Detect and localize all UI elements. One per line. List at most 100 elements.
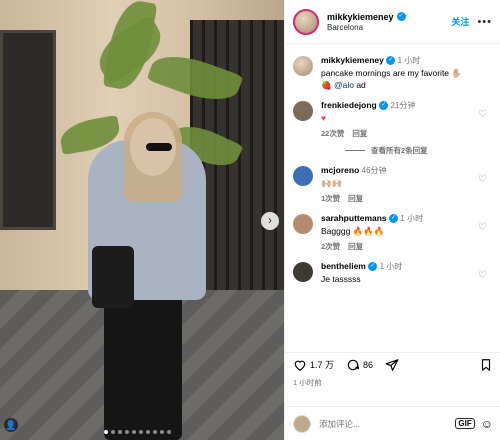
comment-likes[interactable]: 22次赞 bbox=[321, 128, 344, 139]
comment-text: Bagggg 🔥🔥🔥 bbox=[321, 226, 385, 236]
comment-time: 21分钟 bbox=[390, 101, 416, 110]
building-window bbox=[0, 30, 56, 230]
caption: mikkykiemeney ✓ 1 小时 pancake mornings ar… bbox=[285, 50, 500, 95]
caption-body: mikkykiemeney ✓ 1 小时 pancake mornings ar… bbox=[321, 54, 493, 91]
follow-button[interactable]: 关注 bbox=[451, 15, 469, 28]
like-comment-heart-icon[interactable]: ♡ bbox=[478, 174, 487, 185]
comment-item: sarahputtemans ✓ 1 小时 Bagggg 🔥🔥🔥 2次赞 回复 … bbox=[285, 208, 500, 256]
posted-time: 1 小时前 bbox=[293, 378, 322, 387]
verified-badge-icon: ✓ bbox=[386, 56, 396, 66]
post-actions-bar: 1.7 万 86 bbox=[285, 352, 500, 376]
comment-likes[interactable]: 1次赞 bbox=[321, 193, 340, 204]
carousel-dot bbox=[167, 430, 171, 434]
comment-likes[interactable]: 2次赞 bbox=[321, 241, 340, 252]
add-comment-bar: GIF ☺ bbox=[285, 406, 500, 440]
carousel-dot bbox=[139, 430, 143, 434]
sunglasses bbox=[146, 143, 172, 151]
comment-body: bentheliem ✓ 1 小时 Je tasssss bbox=[321, 260, 493, 285]
likes-count[interactable]: 1.7 万 bbox=[310, 358, 334, 371]
author-username[interactable]: mikkykiemeney bbox=[327, 12, 394, 22]
reply-button[interactable]: 回复 bbox=[348, 193, 363, 204]
more-options-icon[interactable]: ••• bbox=[477, 16, 492, 28]
divider-line bbox=[345, 150, 365, 151]
comment-body: sarahputtemans ✓ 1 小时 Bagggg 🔥🔥🔥 2次赞 回复 bbox=[321, 212, 493, 252]
carousel-dot bbox=[111, 430, 115, 434]
verified-badge-icon: ✓ bbox=[379, 101, 389, 111]
comment-text: ♥ bbox=[321, 113, 327, 123]
view-replies-button[interactable]: 查看所有2条回复 bbox=[345, 145, 500, 156]
gif-button[interactable]: GIF bbox=[455, 418, 475, 429]
heart-icon[interactable] bbox=[293, 358, 307, 372]
post-photo[interactable]: › 👤 bbox=[0, 0, 284, 440]
caption-text-line2: 🍓 @alo ad bbox=[321, 79, 479, 91]
comment-bubble-icon[interactable] bbox=[346, 358, 360, 372]
post-detail-panel: mikkykiemeney ✓ Barcelona 关注 ••• mikkyki… bbox=[284, 0, 500, 440]
emoji-icon[interactable]: ☺ bbox=[481, 417, 493, 431]
comments-list[interactable]: mikkykiemeney ✓ 1 小时 pancake mornings ar… bbox=[285, 50, 500, 340]
like-action[interactable]: 1.7 万 bbox=[293, 358, 334, 372]
comment-time: 46分钟 bbox=[361, 166, 387, 175]
current-user-avatar bbox=[293, 414, 311, 433]
comment-time: 1 小时 bbox=[400, 214, 424, 223]
comment-username[interactable]: sarahputtemans bbox=[321, 213, 387, 223]
comment-text: Je tasssss bbox=[321, 274, 361, 284]
comment-username[interactable]: frenkiedejong bbox=[321, 100, 377, 110]
person-trousers bbox=[104, 296, 182, 440]
carousel-dots bbox=[104, 430, 171, 434]
carousel-dot bbox=[118, 430, 122, 434]
author-info: mikkykiemeney ✓ Barcelona bbox=[327, 12, 451, 32]
comment-body: frenkiedejong ✓ 21分钟 ♥ 22次赞 回复 bbox=[321, 99, 493, 139]
caption-mention-link[interactable]: @alo bbox=[334, 80, 354, 90]
add-comment-input[interactable] bbox=[319, 418, 456, 429]
commenter-avatar[interactable] bbox=[293, 166, 313, 186]
comment-item: mcjoreno 46分钟 🙌🏼🙌🏼 1次赞 回复 ♡ bbox=[285, 160, 500, 208]
bookmark-icon[interactable] bbox=[479, 358, 493, 372]
comment-meta: 22次赞 回复 bbox=[321, 128, 479, 139]
share-action[interactable] bbox=[385, 358, 399, 372]
like-comment-heart-icon[interactable]: ♡ bbox=[478, 270, 487, 281]
caption-username[interactable]: mikkykiemeney bbox=[321, 55, 384, 65]
post-header: mikkykiemeney ✓ Barcelona 关注 ••• bbox=[285, 0, 500, 44]
next-photo-button[interactable]: › bbox=[261, 212, 279, 230]
reply-button[interactable]: 回复 bbox=[348, 241, 363, 252]
verified-badge-icon: ✓ bbox=[396, 12, 406, 21]
like-comment-heart-icon[interactable]: ♡ bbox=[478, 222, 487, 233]
comment-meta: 1次赞 回复 bbox=[321, 193, 479, 204]
carousel-dot bbox=[153, 430, 157, 434]
caption-suffix: ad bbox=[356, 80, 366, 90]
author-avatar[interactable] bbox=[293, 8, 319, 35]
post-location[interactable]: Barcelona bbox=[327, 23, 451, 32]
comment-header: mcjoreno 46分钟 bbox=[321, 164, 479, 177]
comment-action[interactable]: 86 bbox=[346, 358, 373, 372]
carousel-dot bbox=[104, 430, 108, 434]
comment-item: frenkiedejong ✓ 21分钟 ♥ 22次赞 回复 ♡ bbox=[285, 95, 500, 143]
verified-badge-icon: ✓ bbox=[368, 262, 378, 272]
like-comment-heart-icon[interactable]: ♡ bbox=[478, 109, 487, 120]
strawberry-emoji: 🍓 bbox=[321, 80, 332, 90]
comment-meta: 2次赞 回复 bbox=[321, 241, 479, 252]
comment-header: frenkiedejong ✓ 21分钟 bbox=[321, 99, 479, 112]
author-username-row: mikkykiemeney ✓ bbox=[327, 12, 451, 22]
reply-button[interactable]: 回复 bbox=[352, 128, 367, 139]
commenter-avatar[interactable] bbox=[293, 101, 313, 121]
commenter-avatar[interactable] bbox=[293, 214, 313, 234]
caption-header: mikkykiemeney ✓ 1 小时 bbox=[321, 54, 479, 67]
user-tag-icon[interactable]: 👤 bbox=[4, 418, 18, 432]
comments-count[interactable]: 86 bbox=[363, 360, 373, 370]
save-action[interactable] bbox=[479, 358, 493, 372]
verified-badge-icon: ✓ bbox=[389, 214, 399, 224]
carousel-dot bbox=[160, 430, 164, 434]
view-replies-label[interactable]: 查看所有2条回复 bbox=[371, 145, 428, 156]
comment-time: 1 小时 bbox=[379, 262, 403, 271]
comment-username[interactable]: bentheliem bbox=[321, 261, 366, 271]
comment-body: mcjoreno 46分钟 🙌🏼🙌🏼 1次赞 回复 bbox=[321, 164, 493, 204]
share-plane-icon[interactable] bbox=[385, 358, 399, 372]
comment-item: bentheliem ✓ 1 小时 Je tasssss ♡ bbox=[285, 256, 500, 289]
comment-header: bentheliem ✓ 1 小时 bbox=[321, 260, 479, 273]
commenter-avatar[interactable] bbox=[293, 262, 313, 282]
comment-text: 🙌🏼🙌🏼 bbox=[321, 178, 343, 188]
author-avatar[interactable] bbox=[293, 56, 313, 76]
caption-text: pancake mornings are my favorite ✋🏼 bbox=[321, 68, 462, 78]
carousel-dot bbox=[146, 430, 150, 434]
comment-username[interactable]: mcjoreno bbox=[321, 165, 359, 175]
